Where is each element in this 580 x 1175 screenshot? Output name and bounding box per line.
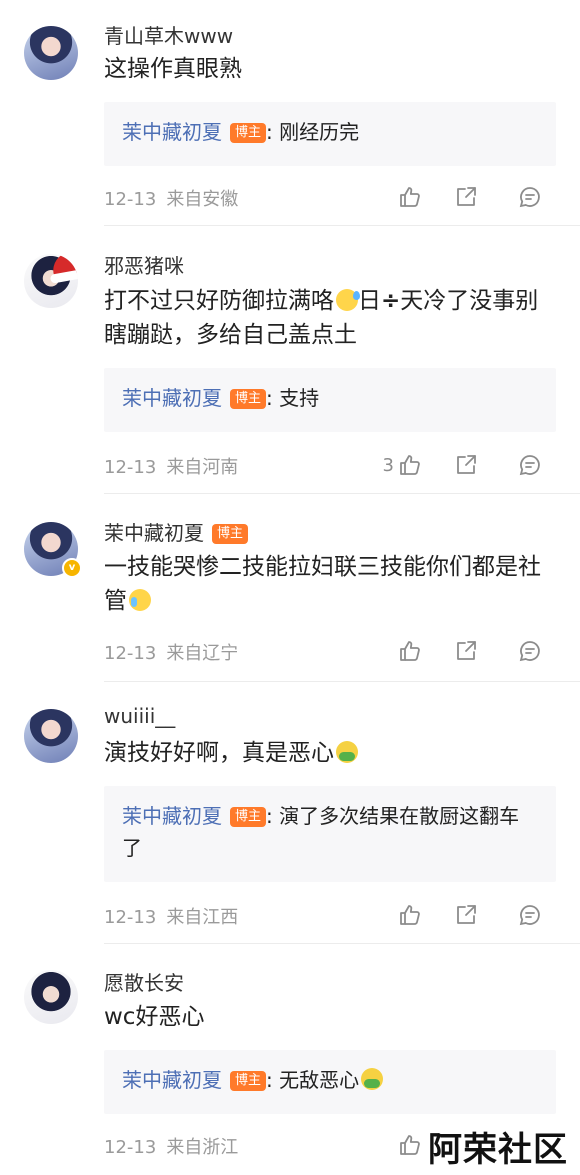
reply-box[interactable]: 茉中藏初夏 博主: 无敌恶心 xyxy=(104,1050,556,1114)
comment-icon xyxy=(519,641,540,662)
share-icon xyxy=(457,187,476,206)
watermark: 阿荣社区 xyxy=(422,1122,574,1171)
comment-button[interactable] xyxy=(518,451,542,479)
reply-author[interactable]: 茉中藏初夏 xyxy=(122,804,222,828)
reply-text: : 刚经历完 xyxy=(266,120,360,144)
share-button[interactable] xyxy=(454,901,478,929)
comment-text: 这操作真眼熟 xyxy=(104,56,242,82)
comment-meta: 12-13 来自浙江 xyxy=(104,1133,238,1159)
author-badge: 博主 xyxy=(230,1071,267,1091)
reply-box[interactable]: 茉中藏初夏 博主: 刚经历完 xyxy=(104,102,556,166)
comment-icon xyxy=(519,455,540,476)
reply-author[interactable]: 茉中藏初夏 xyxy=(122,120,222,144)
username-text: 茉中藏初夏 xyxy=(104,521,204,545)
thumbs-up-icon xyxy=(400,187,420,207)
nauseated-face-emoji-icon xyxy=(361,1068,384,1090)
like-button[interactable]: 3 xyxy=(376,451,422,479)
comment-text: wc好恶心 xyxy=(104,1004,205,1030)
comment-location: 来自浙江 xyxy=(166,1137,239,1158)
like-button[interactable] xyxy=(376,1131,422,1159)
comment-text-body: 一技能哭惨二技能拉妇联三技能你们都是社管 xyxy=(104,554,541,614)
avatar[interactable] xyxy=(24,254,78,308)
author-badge: 博主 xyxy=(230,123,267,143)
reply-text: : 支持 xyxy=(266,386,320,410)
comment-date: 12-13 xyxy=(104,1137,157,1158)
like-button[interactable] xyxy=(376,183,422,211)
comment-button[interactable] xyxy=(518,183,542,211)
reply-author[interactable]: 茉中藏初夏 xyxy=(122,1068,222,1092)
comment-username[interactable]: 茉中藏初夏 博主 xyxy=(104,517,249,546)
comment-icon xyxy=(519,187,540,208)
comment-text-part: 打不过只好防御拉满咯 xyxy=(104,288,334,314)
divider xyxy=(104,225,580,226)
divider xyxy=(104,943,580,944)
comment-actions xyxy=(376,183,556,211)
comment-meta: 12-13 来自安徽 xyxy=(104,185,238,211)
author-badge: 博主 xyxy=(212,524,249,544)
comment-text-part: 日 xyxy=(358,288,381,314)
comment-actions xyxy=(376,637,556,665)
like-count: 3 xyxy=(382,454,394,476)
reply-box[interactable]: 茉中藏初夏 博主: 演了多次结果在散厨这翻车了 xyxy=(104,786,556,882)
divider xyxy=(104,493,580,494)
comment-username[interactable]: 邪恶猪咪 xyxy=(104,250,184,279)
comment-location: 来自辽宁 xyxy=(166,643,239,664)
comment-meta: 12-13 来自辽宁 xyxy=(104,639,238,665)
crying-face-emoji-icon xyxy=(129,589,151,611)
comment-text: 一技能哭惨二技能拉妇联三技能你们都是社管 xyxy=(104,550,554,618)
comment-meta: 12-13 来自江西 xyxy=(104,903,238,929)
share-icon xyxy=(457,905,476,924)
reply-author[interactable]: 茉中藏初夏 xyxy=(122,386,222,410)
share-button[interactable] xyxy=(454,451,478,479)
comment-date: 12-13 xyxy=(104,643,157,664)
comment-text: 演技好好啊，真是恶心 xyxy=(104,736,554,770)
comment-date: 12-13 xyxy=(104,457,157,478)
comment-username[interactable]: 愿散长安 xyxy=(104,967,184,996)
thumbs-up-icon xyxy=(400,1135,420,1155)
divide-symbol: ÷ xyxy=(381,288,401,314)
thumbs-up-icon xyxy=(400,641,420,661)
author-badge: 博主 xyxy=(230,389,267,409)
avatar[interactable] xyxy=(24,26,78,80)
comment-text: 打不过只好防御拉满咯 日÷天冷了没事别瞎蹦跶，多给自己盖点土 xyxy=(104,284,554,352)
sweat-face-emoji-icon xyxy=(336,289,360,311)
comment-text-body: 演技好好啊，真是恶心 xyxy=(104,740,334,766)
like-button[interactable] xyxy=(376,637,422,665)
thumbs-up-icon xyxy=(400,455,420,475)
santa-hat-icon xyxy=(50,254,78,278)
verified-badge-icon: v xyxy=(62,558,82,578)
comment-location: 来自河南 xyxy=(166,457,239,478)
comment-button[interactable] xyxy=(518,637,542,665)
share-button[interactable] xyxy=(454,637,478,665)
share-icon xyxy=(457,641,476,660)
comment-meta: 12-13 来自河南 xyxy=(104,453,238,479)
comment-location: 来自安徽 xyxy=(166,189,239,210)
comment-username[interactable]: 青山草木www xyxy=(104,20,233,49)
like-button[interactable] xyxy=(376,901,422,929)
comment-username[interactable]: wuiiii__ xyxy=(104,704,175,728)
divider xyxy=(104,681,580,682)
author-badge: 博主 xyxy=(230,807,267,827)
comment-location: 来自江西 xyxy=(166,907,239,928)
comment-date: 12-13 xyxy=(104,907,157,928)
thumbs-up-icon xyxy=(400,905,420,925)
comment-actions: 3 xyxy=(376,451,556,479)
reply-box[interactable]: 茉中藏初夏 博主: 支持 xyxy=(104,368,556,432)
nauseated-face-emoji-icon xyxy=(336,741,358,763)
share-icon xyxy=(457,455,476,474)
comment-actions xyxy=(376,901,556,929)
comment-icon xyxy=(519,905,540,926)
avatar[interactable] xyxy=(24,709,78,763)
reply-text: : 无敌恶心 xyxy=(266,1068,360,1092)
share-button[interactable] xyxy=(454,183,478,211)
avatar[interactable] xyxy=(24,970,78,1024)
comment-date: 12-13 xyxy=(104,189,157,210)
comment-button[interactable] xyxy=(518,901,542,929)
